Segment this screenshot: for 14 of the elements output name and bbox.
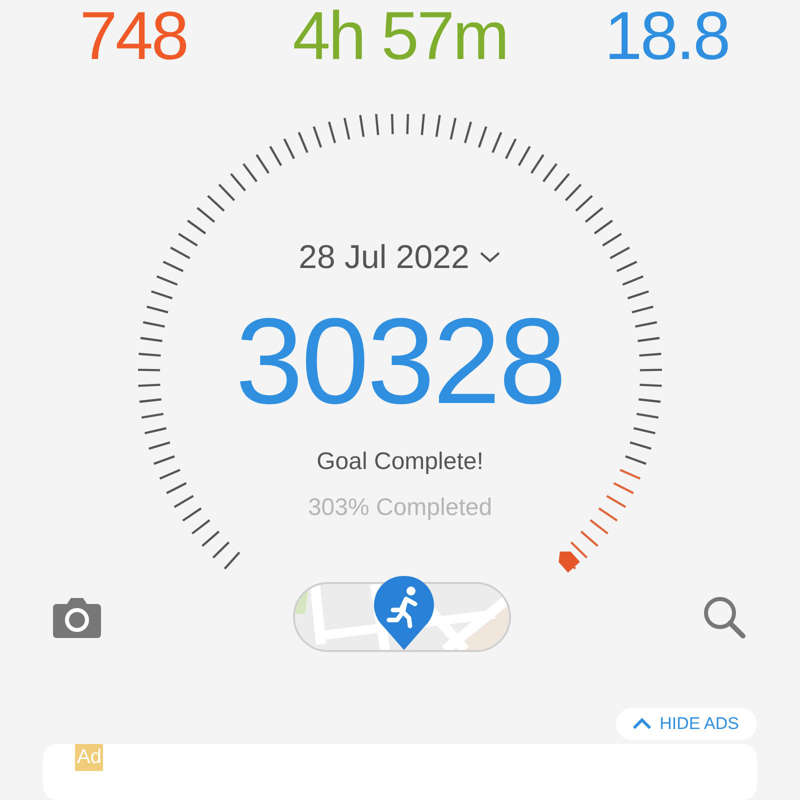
hide-ads-button[interactable]: HIDE ADS xyxy=(616,708,757,740)
stat-value: 4h 57m xyxy=(292,2,508,70)
step-count: 30328 xyxy=(235,296,565,426)
date-picker[interactable]: 28 Jul 2022 xyxy=(298,238,502,276)
gauge-marker xyxy=(558,551,580,573)
search-icon[interactable] xyxy=(702,595,746,639)
completion-percent: 303% Completed xyxy=(308,494,492,522)
camera-icon[interactable] xyxy=(53,596,101,638)
chevron-up-icon xyxy=(632,718,652,730)
ad-badge: Ad xyxy=(75,744,104,771)
goal-status: Goal Complete! xyxy=(316,448,484,476)
stat-value: 748 xyxy=(78,2,188,70)
stat-value: 18.8 xyxy=(603,2,730,70)
chevron-down-icon xyxy=(479,250,502,264)
